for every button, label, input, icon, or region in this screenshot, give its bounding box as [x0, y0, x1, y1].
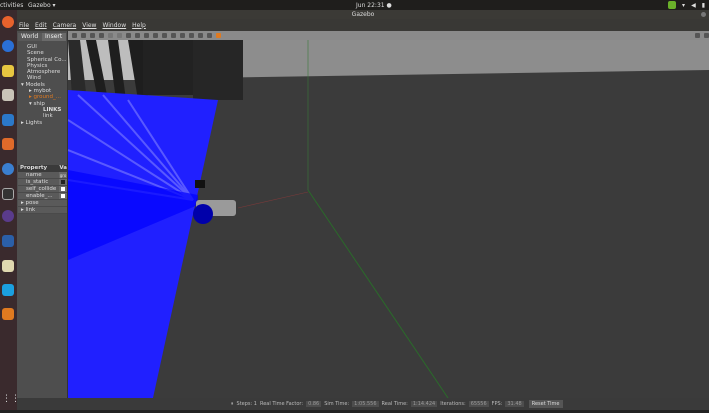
screenshot-icon[interactable] — [695, 33, 700, 38]
volume-icon[interactable]: ◀ — [691, 2, 696, 9]
activities-button[interactable]: ctivities — [0, 2, 23, 9]
tab-world[interactable]: World — [18, 33, 42, 41]
software-icon[interactable] — [2, 138, 14, 150]
property-header: Property — [20, 165, 48, 171]
property-group-pose[interactable]: ▸ pose — [18, 200, 67, 207]
text-editor-icon[interactable] — [2, 260, 14, 272]
pause-button[interactable]: ⏸ — [231, 401, 234, 407]
fps-label: FPS: — [491, 401, 503, 407]
sim-time-value: 1:05.556 — [352, 401, 379, 407]
undo-icon[interactable] — [108, 33, 113, 38]
writer-icon[interactable] — [2, 114, 14, 126]
select-tool-icon[interactable] — [72, 33, 77, 38]
self-collide-checkbox[interactable] — [59, 186, 67, 192]
terminal-icon[interactable] — [2, 188, 14, 200]
system-tray[interactable]: ▾ ◀ ▮ — [668, 1, 705, 9]
property-key: name — [26, 172, 42, 178]
property-row-is-static: is_static — [18, 179, 67, 186]
property-key: is_static — [26, 179, 49, 185]
property-value[interactable]: gro — [59, 172, 67, 178]
point-light-icon[interactable] — [153, 33, 158, 38]
property-key: self_collide — [26, 186, 57, 192]
network-icon[interactable]: ▾ — [682, 2, 685, 9]
translate-tool-icon[interactable] — [81, 33, 86, 38]
copy-icon[interactable] — [180, 33, 185, 38]
directional-light-icon[interactable] — [171, 33, 176, 38]
menu-file[interactable]: File — [19, 22, 29, 29]
sublime-icon[interactable] — [2, 308, 14, 320]
dock: ⋮⋮ — [0, 10, 20, 413]
tab-insert[interactable]: Insert — [42, 33, 66, 41]
real-time-value: 1:14.424 — [410, 401, 438, 407]
menu-window[interactable]: Window — [102, 22, 126, 29]
world-tree: GUI Scene Spherical Co... Physics Atmosp… — [17, 44, 67, 126]
iterations-value: 65556 — [468, 401, 489, 407]
scale-tool-icon[interactable] — [99, 33, 104, 38]
menu-help[interactable]: Help — [132, 22, 146, 29]
virtualbox-icon[interactable] — [2, 235, 14, 247]
3d-viewport[interactable] — [68, 40, 709, 398]
property-row-name: name gro — [18, 172, 67, 179]
rtf-label: Real Time Factor: — [259, 401, 304, 407]
group-label: ▸ link — [21, 207, 36, 213]
property-table: Property Va name gro is_static self_collid… — [18, 165, 67, 214]
help-icon[interactable] — [2, 163, 14, 175]
rtf-value: 0.86 — [306, 401, 322, 407]
sphere-shape-icon[interactable] — [135, 33, 140, 38]
is-static-checkbox[interactable] — [59, 179, 67, 185]
files-icon[interactable] — [2, 89, 14, 101]
thunderbird-icon[interactable] — [2, 40, 14, 52]
rhythmbox-icon[interactable] — [2, 65, 14, 77]
apps-grid-icon[interactable]: ⋮⋮ — [2, 394, 20, 406]
property-row-self-collide: self_collide — [18, 186, 67, 193]
cylinder-shape-icon[interactable] — [144, 33, 149, 38]
iterations-label: Iterations: — [440, 401, 466, 407]
box-shape-icon[interactable] — [126, 33, 131, 38]
firefox-icon[interactable] — [2, 16, 14, 28]
menu-view[interactable]: View — [82, 22, 96, 29]
rotate-tool-icon[interactable] — [90, 33, 95, 38]
menu-edit[interactable]: Edit — [35, 22, 47, 29]
color-icon[interactable] — [216, 33, 221, 38]
system-top-bar: ctivities Gazebo ▾ Jun 22:31 ● ▾ ◀ ▮ — [0, 0, 709, 10]
update-icon[interactable] — [668, 1, 677, 9]
log-icon[interactable] — [704, 33, 709, 38]
reset-time-button[interactable]: Reset Time — [528, 400, 563, 408]
tree-lights[interactable]: ▸ Lights — [17, 120, 67, 126]
window-title: Gazebo — [351, 11, 375, 18]
app-menu[interactable]: Gazebo ▾ — [28, 2, 56, 9]
sim-time-label: Sim Time: — [324, 401, 350, 407]
status-bar: ⏸ Steps: 1 Real Time Factor: 0.86 Sim Ti… — [17, 398, 709, 410]
power-icon[interactable]: ▮ — [702, 2, 705, 9]
left-panel: World Insert GUI Scene Spherical Co... P… — [17, 31, 68, 398]
enable-wind-checkbox[interactable] — [59, 193, 67, 199]
window-title-bar: Gazebo — [17, 10, 709, 19]
fps-value: 31.48 — [505, 401, 524, 407]
redo-icon[interactable] — [117, 33, 122, 38]
snap-icon[interactable] — [207, 33, 212, 38]
clock[interactable]: Jun 22:31 ● — [356, 2, 392, 9]
spot-light-icon[interactable] — [162, 33, 167, 38]
eclipse-icon[interactable] — [2, 210, 14, 222]
real-time-label: Real Time: — [381, 401, 408, 407]
scene-toolbar — [68, 31, 709, 40]
scene-render — [68, 40, 709, 398]
menu-camera[interactable]: Camera — [53, 22, 77, 29]
value-header: Va — [59, 165, 67, 171]
property-group-link[interactable]: ▸ link — [18, 207, 67, 214]
close-icon[interactable] — [701, 12, 706, 17]
steps-label[interactable]: Steps: 1 — [237, 401, 257, 407]
property-row-enable-wind: enable_... — [18, 193, 67, 200]
align-icon[interactable] — [198, 33, 203, 38]
skype-icon[interactable] — [2, 284, 14, 296]
menu-bar: File Edit Camera View Window Help — [17, 19, 709, 31]
property-key: enable_... — [26, 193, 53, 199]
paste-icon[interactable] — [189, 33, 194, 38]
group-label: ▸ pose — [21, 200, 39, 206]
